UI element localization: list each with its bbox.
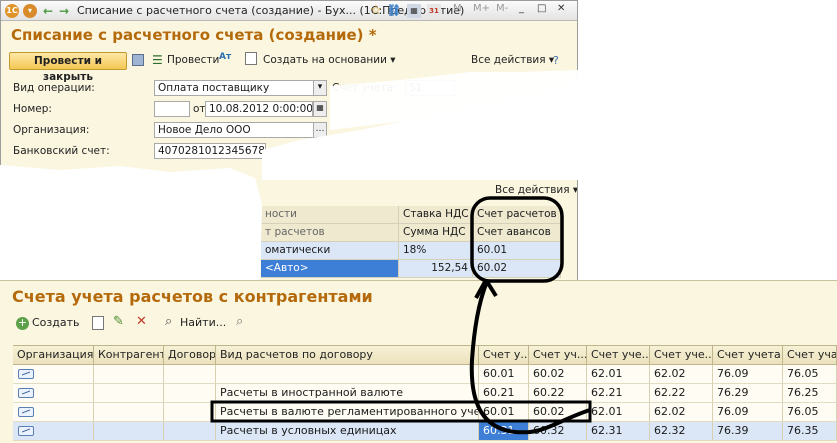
annotation-rounded-box: [470, 196, 564, 283]
annotation-highlight-row: [210, 400, 592, 423]
annotation-layer: [210, 196, 592, 435]
annotation-arrow: [469, 283, 591, 435]
